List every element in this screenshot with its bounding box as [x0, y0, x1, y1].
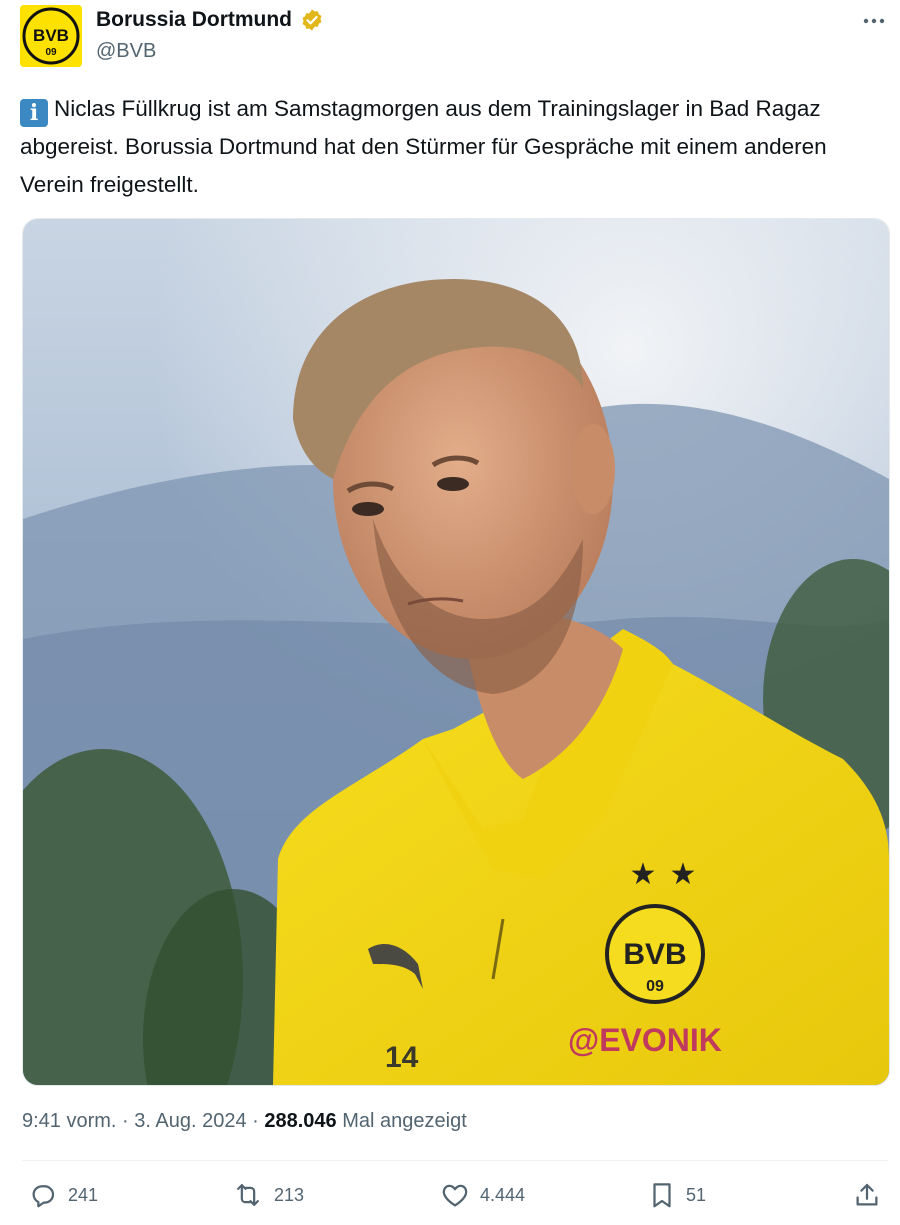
name-row: Borussia Dortmund — [96, 8, 324, 32]
svg-text:14: 14 — [385, 1041, 419, 1074]
bookmark-count: 51 — [686, 1184, 707, 1205]
meta-separator: · — [116, 1110, 135, 1132]
tweet-date[interactable]: 3. Aug. 2024 — [134, 1110, 246, 1133]
retweet-button[interactable]: 213 — [232, 1180, 304, 1210]
info-icon: i — [20, 99, 48, 127]
more-dots-icon — [863, 18, 885, 24]
player-photo-image: ★ ★ BVB 09 @EVONIK 14 — [23, 219, 889, 1085]
meta-separator: · — [246, 1110, 265, 1132]
divider — [22, 1160, 888, 1161]
reply-icon — [32, 1185, 55, 1208]
svg-text:@EVONIK: @EVONIK — [568, 1022, 722, 1058]
tweet-header: BVB 09 Borussia Dortmund @BVB — [0, 0, 900, 80]
retweet-icon — [237, 1184, 259, 1206]
share-icon — [856, 1183, 878, 1206]
svg-text:09: 09 — [45, 47, 57, 58]
reply-count: 241 — [68, 1184, 99, 1205]
views-count: 288.046 — [264, 1110, 337, 1132]
svg-text:09: 09 — [646, 978, 664, 995]
bookmark-button[interactable]: 51 — [648, 1180, 706, 1210]
tweet-body: Niclas Füllkrug ist am Samstagmorgen aus… — [20, 96, 827, 197]
retweet-count: 213 — [274, 1184, 305, 1205]
tweet-text: i Niclas Füllkrug ist am Samstagmorgen au… — [20, 90, 890, 204]
tweet-photo[interactable]: ★ ★ BVB 09 @EVONIK 14 — [22, 218, 890, 1086]
tweet-time[interactable]: 9:41 vorm. — [22, 1110, 116, 1133]
share-button[interactable] — [852, 1180, 882, 1210]
verified-badge-icon[interactable] — [300, 8, 324, 32]
like-count: 4.444 — [480, 1184, 526, 1205]
display-name[interactable]: Borussia Dortmund — [96, 8, 292, 32]
svg-text:★: ★ — [670, 857, 697, 892]
handle[interactable]: @BVB — [96, 40, 156, 63]
avatar[interactable]: BVB 09 — [20, 5, 82, 67]
bvb-logo-icon: BVB 09 — [20, 5, 82, 67]
views-label: Mal angezeigt — [336, 1110, 467, 1132]
heart-icon — [442, 1184, 468, 1207]
svg-text:BVB: BVB — [33, 26, 69, 45]
action-bar: 241 213 4.444 51 — [0, 1180, 900, 1220]
svg-text:BVB: BVB — [623, 938, 686, 971]
svg-text:★: ★ — [630, 857, 657, 892]
reply-button[interactable]: 241 — [28, 1180, 98, 1210]
bookmark-icon — [653, 1183, 671, 1208]
more-options-button[interactable] — [858, 8, 890, 34]
like-button[interactable]: 4.444 — [440, 1180, 525, 1210]
tweet-meta: 9:41 vorm. · 3. Aug. 2024 · 288.046 Mal … — [22, 1110, 467, 1133]
